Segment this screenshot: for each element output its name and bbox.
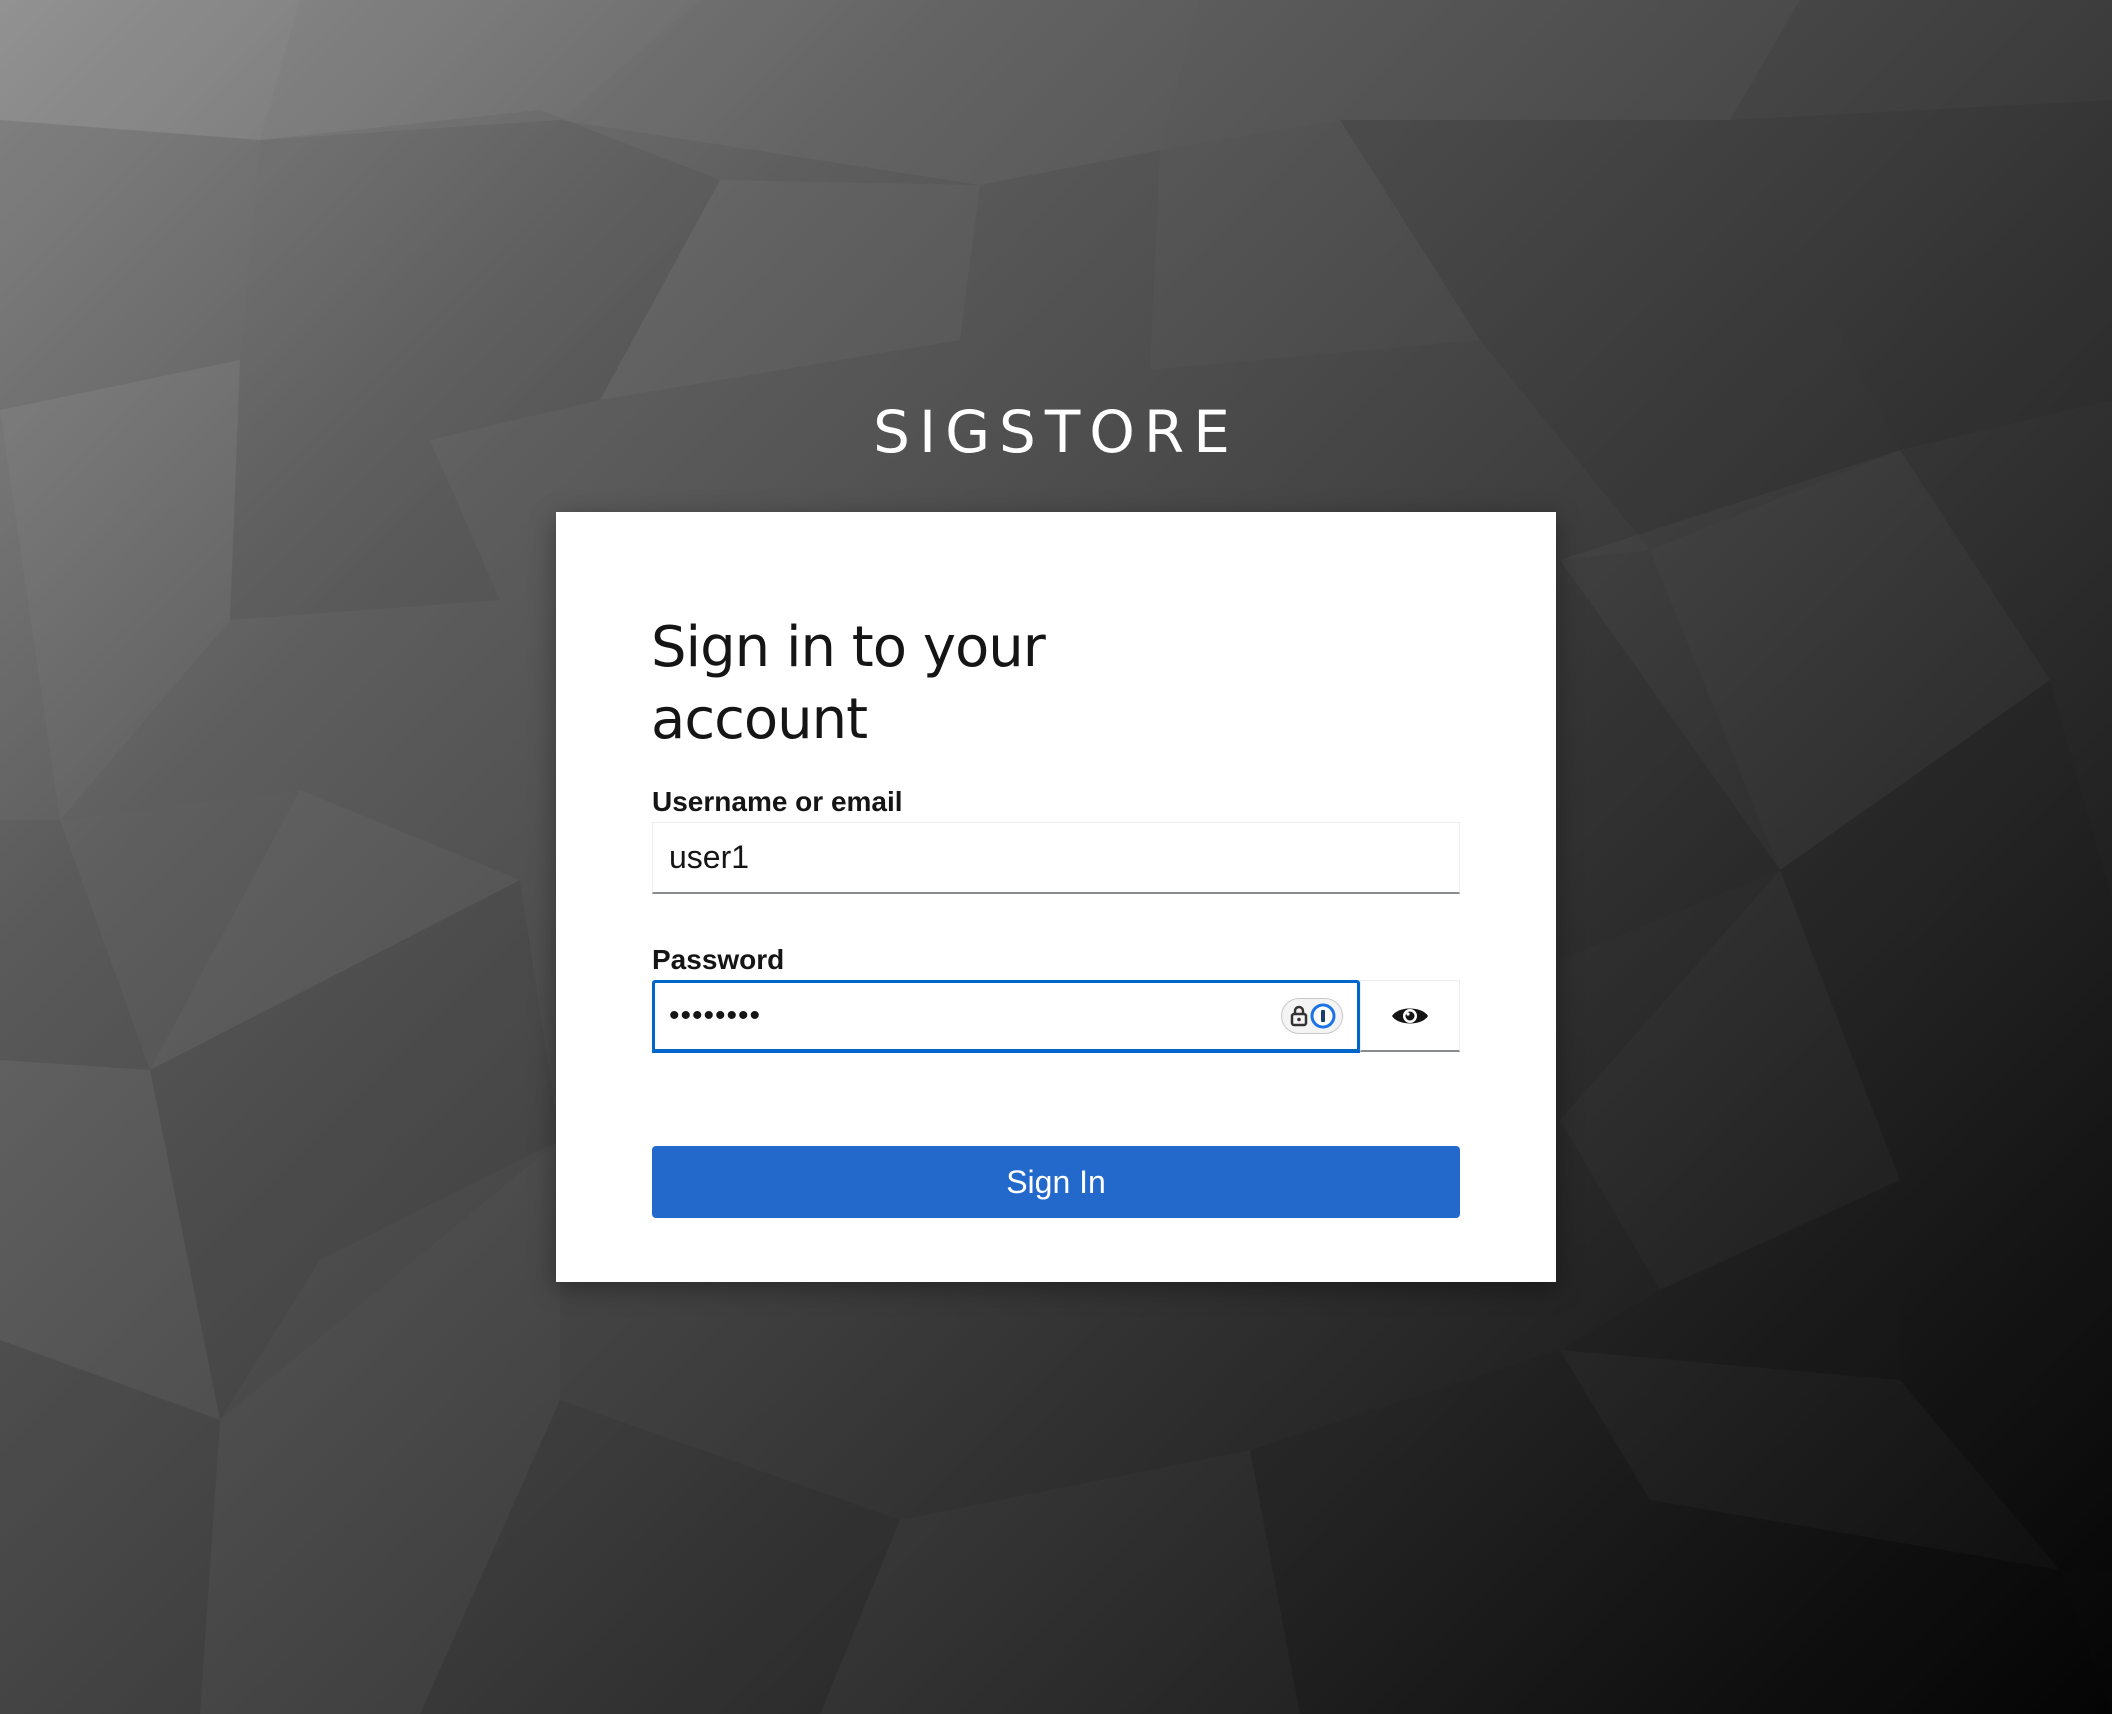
username-field[interactable]: user1 (652, 822, 1460, 894)
password-focus-underline (652, 1050, 1360, 1053)
eye-icon (1392, 1008, 1428, 1023)
password-manager-icon (1310, 1003, 1335, 1029)
lock-icon (1290, 1005, 1307, 1027)
sign-in-button[interactable]: Sign In (652, 1146, 1460, 1218)
show-password-button[interactable] (1360, 980, 1460, 1052)
password-label: Password (652, 944, 785, 975)
username-label: Username or email (652, 786, 903, 817)
brand-logo: SIGSTORE (873, 398, 1239, 466)
password-group: •••••••• (652, 980, 1460, 1053)
page-title: Sign in to your account (651, 615, 1046, 752)
password-field[interactable]: •••••••• (652, 980, 1360, 1052)
username-value: user1 (669, 839, 750, 875)
password-value: •••••••• (669, 999, 762, 1032)
password-manager-badge[interactable] (1281, 998, 1343, 1034)
login-card: Sign in to your account Username or emai… (556, 512, 1556, 1282)
